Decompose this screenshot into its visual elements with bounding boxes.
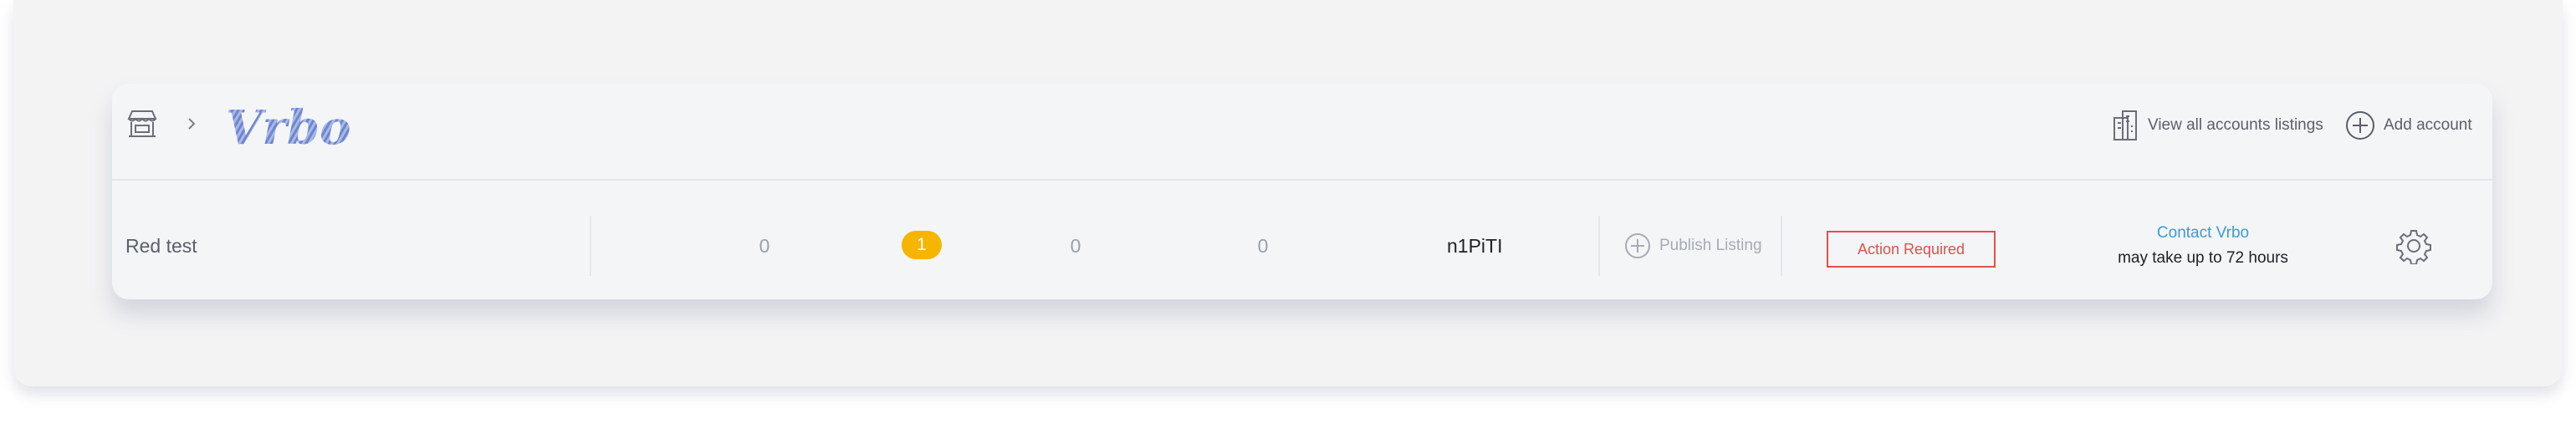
contact-block: Contact Vrbo may take up to 72 hours bbox=[2103, 222, 2303, 273]
publish-listing-label: Publish Listing bbox=[1659, 237, 1762, 254]
contact-vrbo-link[interactable]: Contact Vrbo bbox=[2103, 222, 2303, 244]
table-row: Red test 0 1 0 0 n1PiTI Publish Listing … bbox=[112, 212, 2492, 279]
action-required-badge[interactable]: Action Required bbox=[1827, 231, 1996, 268]
store-icon[interactable] bbox=[125, 107, 159, 140]
vrbo-logo[interactable]: Vrbo bbox=[224, 102, 366, 152]
view-all-listings-label: View all accounts listings bbox=[2148, 116, 2323, 134]
view-all-listings-button[interactable]: View all accounts listings bbox=[2111, 109, 2323, 142]
listing-code: n1PiTI bbox=[1447, 234, 1503, 257]
publish-listing-button[interactable]: Publish Listing bbox=[1624, 212, 1762, 279]
page-panel: Vrbo View all accounts listings Add acco… bbox=[13, 0, 2563, 386]
count-cell: 0 bbox=[1257, 234, 1269, 257]
contact-note: may take up to 72 hours bbox=[2118, 249, 2288, 267]
building-icon bbox=[2113, 110, 2137, 140]
count-cell: 0 bbox=[759, 234, 770, 257]
plus-circle-icon bbox=[1625, 233, 1650, 258]
count-badge[interactable]: 1 bbox=[902, 231, 942, 259]
account-card: Vrbo View all accounts listings Add acco… bbox=[112, 84, 2492, 299]
listing-name: Red test bbox=[125, 234, 197, 257]
add-account-label: Add account bbox=[2384, 116, 2472, 134]
count-cell: 0 bbox=[1070, 234, 1081, 257]
add-account-button[interactable]: Add account bbox=[2345, 109, 2472, 142]
plus-circle-icon bbox=[2346, 111, 2374, 140]
vrbo-logo-text: Vrbo bbox=[226, 102, 350, 152]
card-header: Vrbo View all accounts listings Add acco… bbox=[112, 84, 2492, 181]
chevron-right-icon bbox=[188, 118, 196, 130]
gear-icon[interactable] bbox=[2395, 227, 2432, 264]
